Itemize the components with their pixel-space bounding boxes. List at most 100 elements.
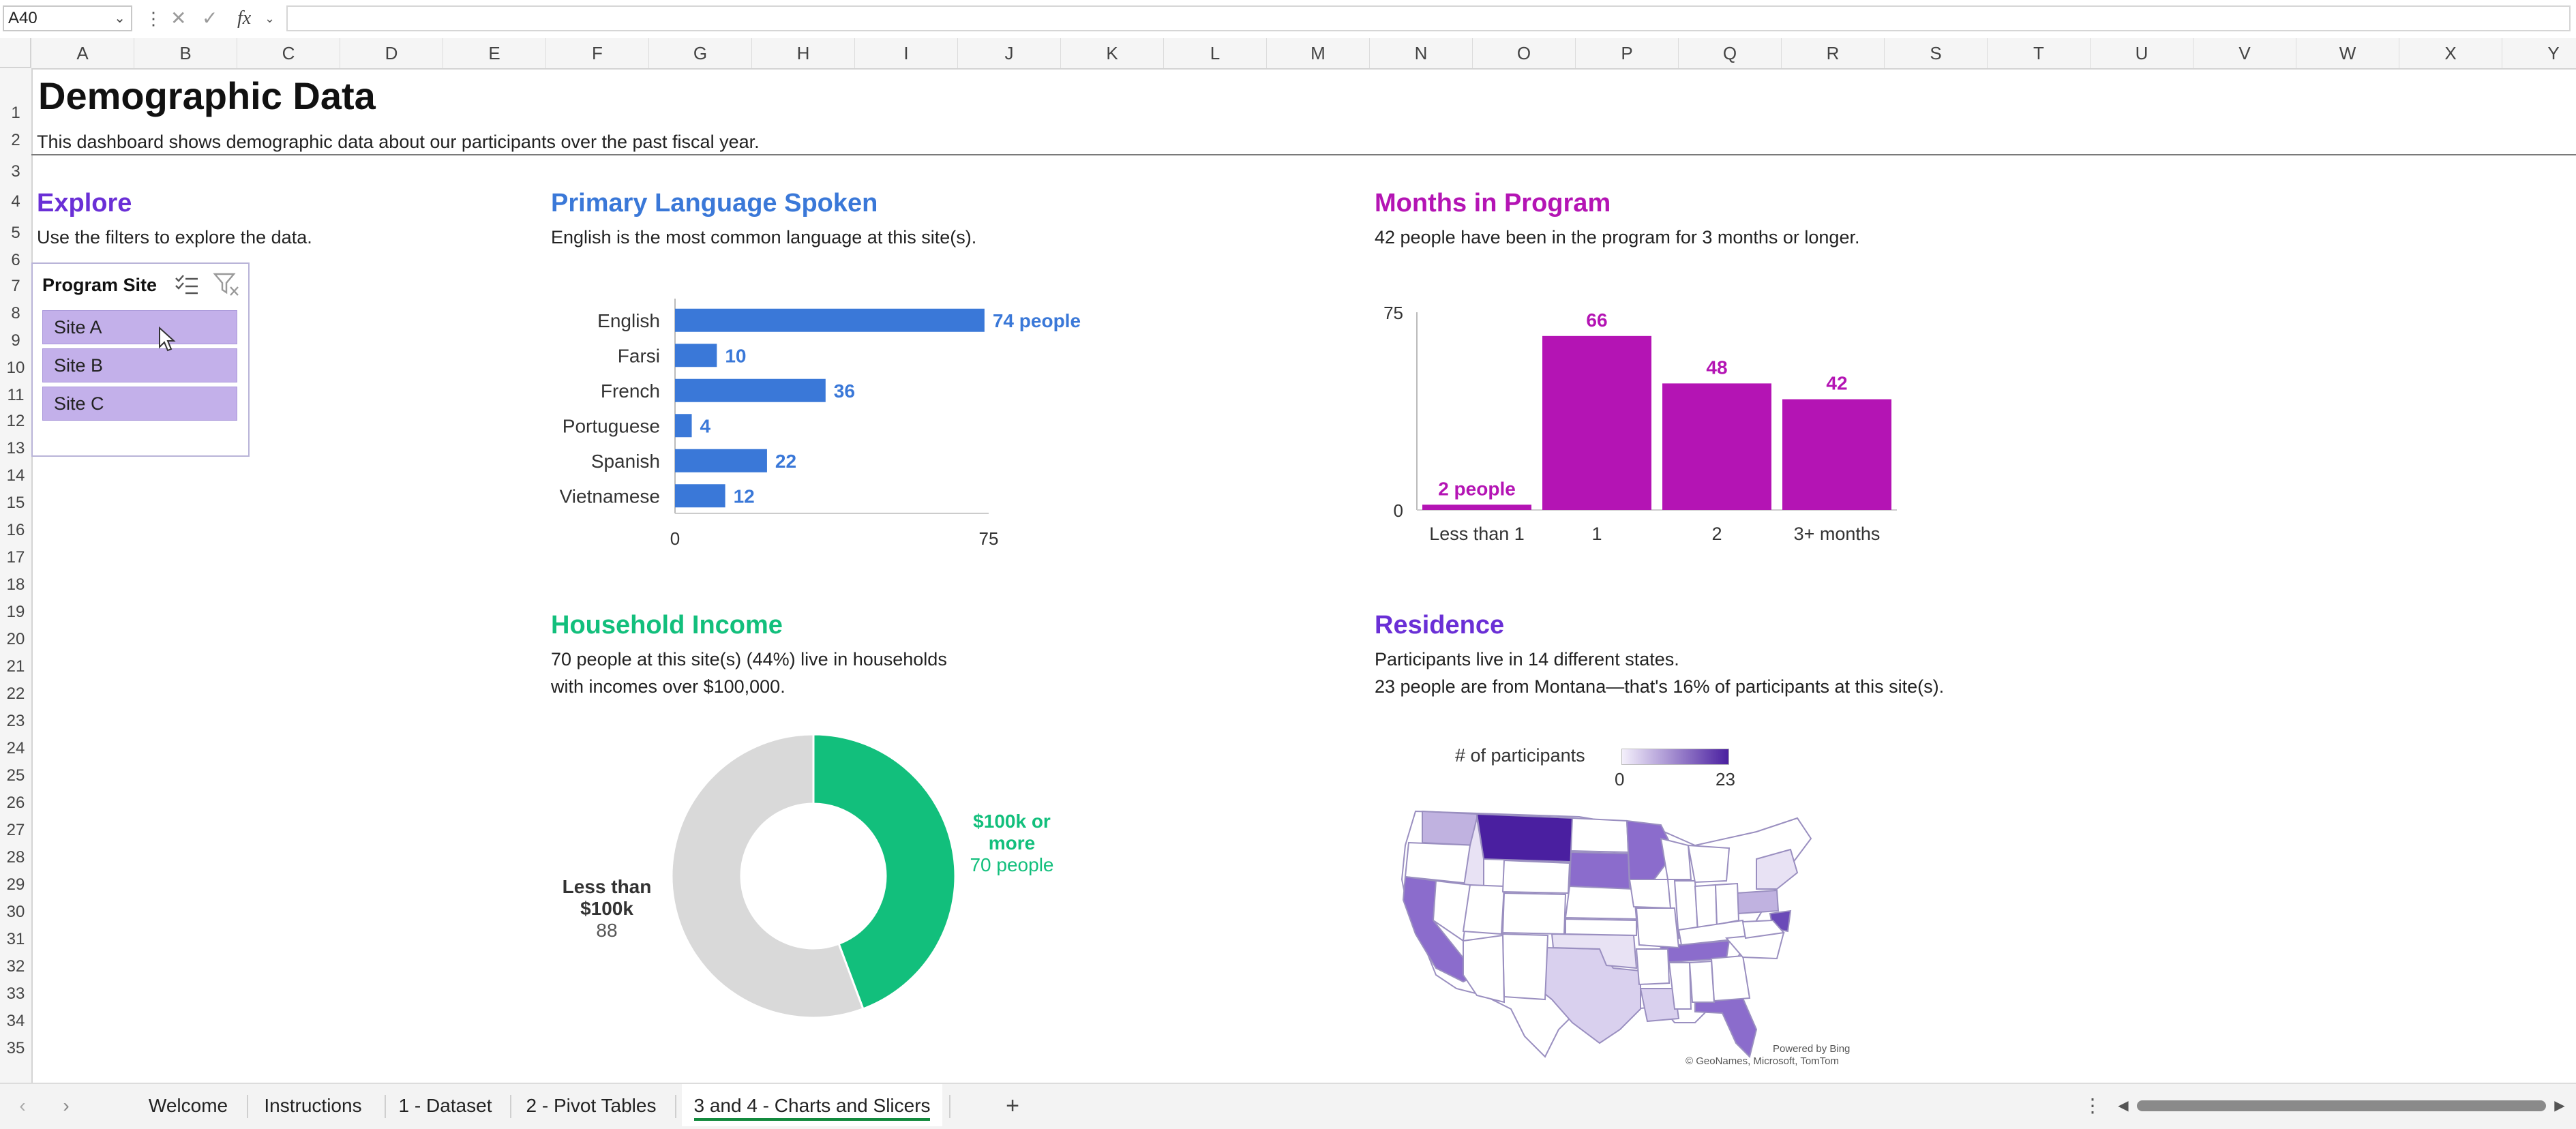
clear-filter-icon[interactable]: [213, 272, 240, 298]
fx-icon[interactable]: fx: [237, 5, 251, 31]
row-header[interactable]: 25: [0, 766, 31, 785]
formula-input[interactable]: [286, 5, 2571, 31]
scroll-tabs-right-icon[interactable]: ›: [56, 1084, 76, 1128]
column-header[interactable]: F: [546, 38, 649, 68]
map-credit-sources: © GeoNames, Microsoft, TomTom: [1686, 1055, 1839, 1067]
multi-select-icon[interactable]: [175, 273, 199, 297]
column-header[interactable]: T: [1988, 38, 2091, 68]
row-header[interactable]: 10: [0, 359, 31, 378]
column-header[interactable]: D: [340, 38, 443, 68]
add-sheet-button[interactable]: +: [995, 1084, 1030, 1128]
column-header[interactable]: W: [2296, 38, 2399, 68]
slicer-item-site-c[interactable]: Site C: [42, 387, 237, 421]
row-header[interactable]: 30: [0, 903, 31, 922]
column-header[interactable]: B: [134, 38, 237, 68]
column-header[interactable]: X: [2399, 38, 2502, 68]
column-header[interactable]: E: [443, 38, 546, 68]
row-header[interactable]: 4: [0, 192, 31, 211]
row-header[interactable]: 29: [0, 875, 31, 894]
row-header[interactable]: 15: [0, 494, 31, 513]
column-header[interactable]: S: [1885, 38, 1988, 68]
months-tick-label: 75: [1383, 303, 1403, 323]
row-header[interactable]: 2: [0, 131, 31, 150]
column-header[interactable]: O: [1473, 38, 1576, 68]
row-header[interactable]: 6: [0, 251, 31, 270]
column-header[interactable]: P: [1576, 38, 1679, 68]
language-desc: English is the most common language at t…: [551, 227, 977, 247]
column-header[interactable]: R: [1782, 38, 1885, 68]
row-header[interactable]: 11: [0, 386, 31, 405]
tab-instructions[interactable]: Instructions: [258, 1084, 368, 1128]
row-header[interactable]: 9: [0, 331, 31, 350]
column-header[interactable]: Q: [1679, 38, 1782, 68]
lang-data-label: 4: [700, 415, 711, 436]
row-header[interactable]: 7: [0, 277, 31, 296]
state-pennsylvania: [1735, 889, 1780, 915]
row-header[interactable]: 16: [0, 521, 31, 540]
months-bar: [1422, 505, 1531, 510]
select-all-corner[interactable]: [0, 38, 31, 68]
state-arkansas: [1635, 948, 1671, 986]
column-header[interactable]: C: [237, 38, 340, 68]
column-header[interactable]: A: [31, 38, 134, 68]
months-tick-label: 0: [1394, 500, 1403, 521]
name-box[interactable]: A40 ⌄: [3, 5, 132, 31]
row-header[interactable]: 27: [0, 821, 31, 840]
map-legend-title: # of participants: [1455, 745, 1585, 766]
column-header[interactable]: L: [1164, 38, 1267, 68]
check-icon[interactable]: ✓: [202, 5, 218, 31]
row-header[interactable]: 17: [0, 548, 31, 567]
row-headers: 1 2 3 4 5 6 7 8 9 10 11 12 13 14 15 16 17 18 19 20 21 22 23 24 2…: [0, 68, 33, 1084]
explore-desc: Use the filters to explore the data.: [37, 227, 312, 247]
hscroll-right-icon[interactable]: ▶: [2553, 1084, 2566, 1128]
row-header[interactable]: 31: [0, 930, 31, 949]
row-header[interactable]: 3: [0, 162, 31, 181]
row-header[interactable]: 22: [0, 684, 31, 704]
row-header[interactable]: 5: [0, 224, 31, 243]
row-header[interactable]: 12: [0, 412, 31, 431]
row-header[interactable]: 28: [0, 848, 31, 867]
chevron-down-icon[interactable]: ⌄: [114, 7, 125, 30]
more-options-icon[interactable]: ⋮: [145, 5, 162, 31]
row-header[interactable]: 34: [0, 1012, 31, 1031]
tab-pivot-tables[interactable]: 2 - Pivot Tables: [521, 1084, 661, 1128]
column-header[interactable]: N: [1370, 38, 1473, 68]
row-header[interactable]: 24: [0, 739, 31, 758]
row-header[interactable]: 32: [0, 957, 31, 976]
row-header[interactable]: 33: [0, 984, 31, 1004]
map-legend-max: 23: [1716, 769, 1735, 789]
row-header[interactable]: 1: [0, 104, 31, 123]
column-header[interactable]: H: [752, 38, 855, 68]
row-header[interactable]: 21: [0, 657, 31, 676]
row-header[interactable]: 35: [0, 1039, 31, 1058]
column-header[interactable]: G: [649, 38, 752, 68]
tab-welcome[interactable]: Welcome: [140, 1084, 236, 1128]
tab-label: 2 - Pivot Tables: [526, 1095, 657, 1116]
scroll-tabs-left-icon[interactable]: ‹: [12, 1084, 33, 1128]
row-header[interactable]: 20: [0, 630, 31, 649]
row-header[interactable]: 14: [0, 466, 31, 485]
lang-category-label: Portuguese: [563, 415, 660, 436]
sheet-options-icon[interactable]: ⋮: [2082, 1084, 2103, 1128]
slicer-item-site-a[interactable]: Site A: [42, 310, 237, 344]
row-header[interactable]: 19: [0, 603, 31, 622]
column-header[interactable]: J: [958, 38, 1061, 68]
slicer-item-site-b[interactable]: Site B: [42, 348, 237, 382]
horizontal-scrollbar-thumb[interactable]: [2137, 1100, 2546, 1111]
cancel-icon[interactable]: ✕: [170, 5, 186, 31]
fx-chevron-icon[interactable]: ⌄: [265, 5, 275, 31]
hscroll-left-icon[interactable]: ◀: [2116, 1084, 2130, 1128]
row-header[interactable]: 26: [0, 794, 31, 813]
tab-charts-and-slicers[interactable]: 3 and 4 - Charts and Slicers: [682, 1084, 942, 1126]
column-header[interactable]: Y: [2502, 38, 2576, 68]
column-header[interactable]: I: [855, 38, 958, 68]
row-header[interactable]: 13: [0, 439, 31, 458]
row-header[interactable]: 8: [0, 304, 31, 323]
row-header[interactable]: 18: [0, 575, 31, 594]
tab-dataset[interactable]: 1 - Dataset: [395, 1084, 495, 1128]
column-header[interactable]: K: [1061, 38, 1164, 68]
column-header[interactable]: U: [2091, 38, 2193, 68]
column-header[interactable]: V: [2193, 38, 2296, 68]
row-header[interactable]: 23: [0, 712, 31, 731]
column-header[interactable]: M: [1267, 38, 1370, 68]
